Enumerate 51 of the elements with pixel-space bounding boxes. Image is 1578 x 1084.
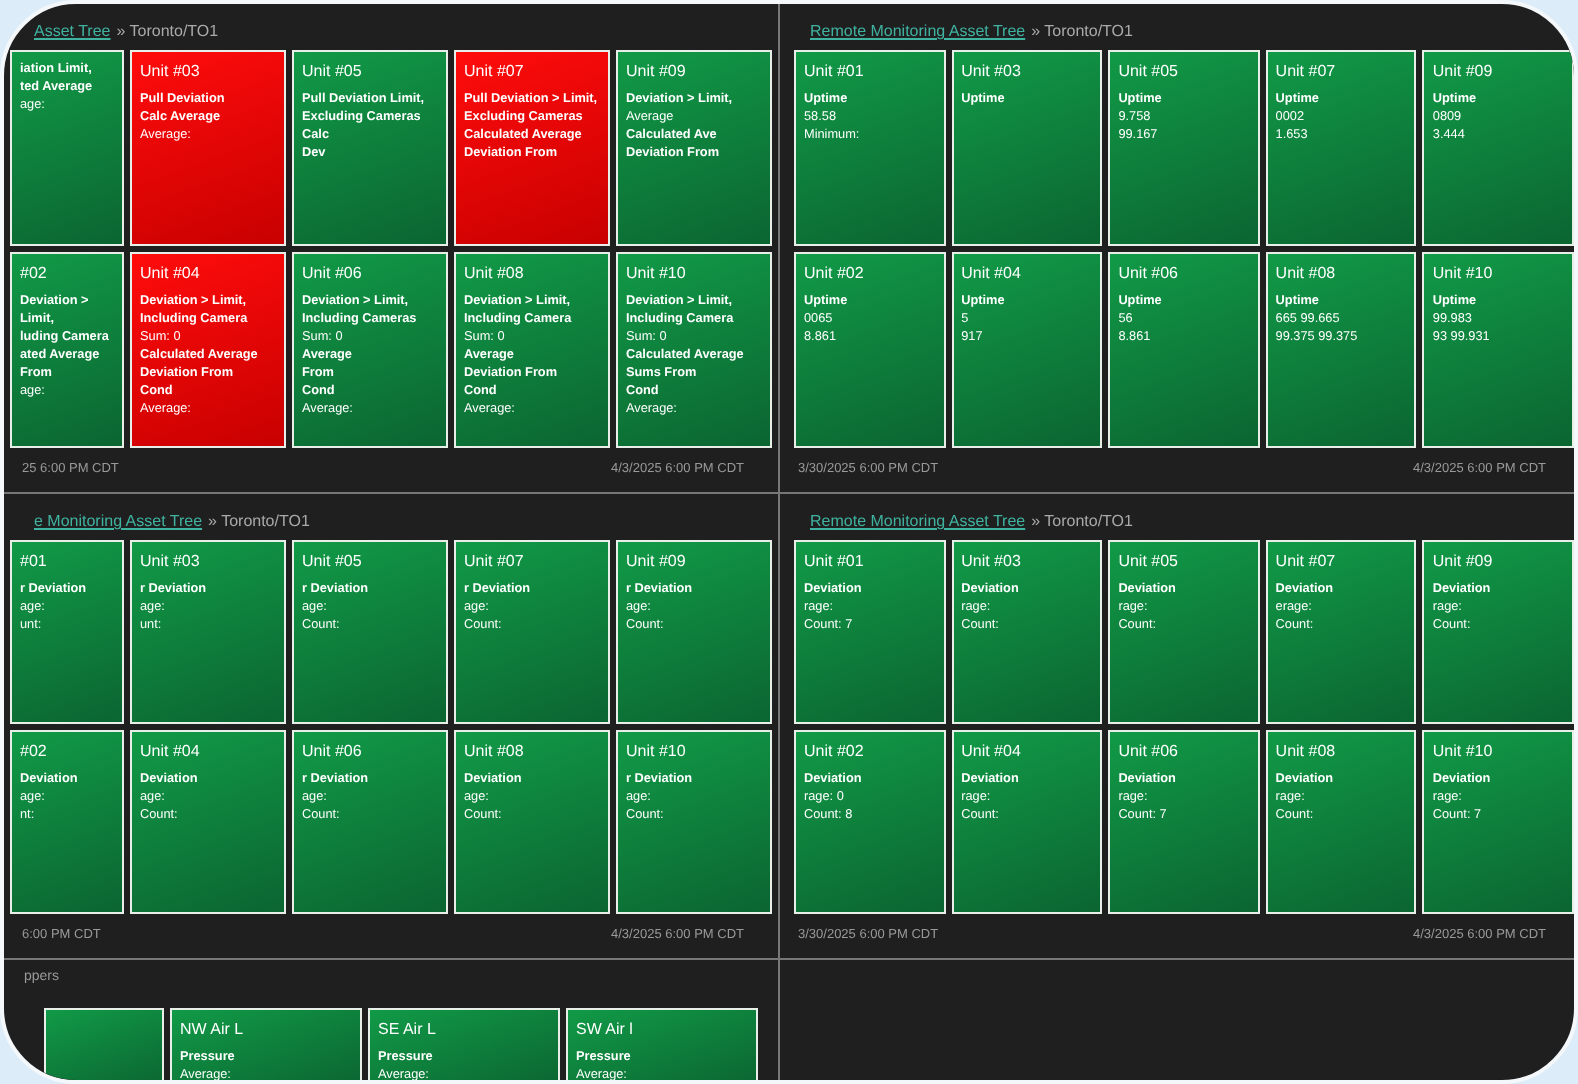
tile-title: #01 (20, 550, 49, 574)
breadcrumb-link[interactable]: Remote Monitoring Asset Tree (810, 20, 1026, 44)
tile-title: Unit #10 (1432, 262, 1495, 286)
tile-title: Unit #04 (961, 740, 1023, 764)
tile-title: #02 (20, 262, 49, 286)
tile-title: Unit #04 (140, 262, 202, 286)
tile-title: Unit #04 (140, 740, 202, 764)
breadcrumb-path: » Toronto/TO1 (1031, 20, 1133, 44)
breadcrumb-path: » Toronto/TO1 (208, 510, 310, 534)
tile-title: Unit #06 (302, 262, 364, 286)
breadcrumb-link[interactable]: e Monitoring Asset Tree (34, 510, 203, 534)
tile-title: Unit #03 (140, 550, 202, 574)
tile-title: Unit #08 (464, 262, 526, 286)
tile-title: Unit #08 (1275, 740, 1338, 764)
tile-title: Unit #01 (804, 550, 866, 574)
breadcrumb-link[interactable]: Asset Tree (34, 20, 111, 44)
tile-title: Unit #02 (804, 740, 866, 764)
unit-tile (44, 1008, 164, 1080)
tile-title: Unit #05 (302, 550, 364, 574)
tile-title: Unit #05 (1118, 60, 1180, 84)
tile-title: Unit #02 (804, 262, 866, 286)
tile-title: Unit #01 (804, 60, 866, 84)
tile-title: SW Air l (576, 1018, 635, 1042)
tile-title: NW Air L (180, 1018, 246, 1042)
tile-title: Unit #09 (1432, 60, 1495, 84)
tile-title: Unit #06 (302, 740, 364, 764)
tile-title: Unit #09 (626, 550, 688, 574)
tile-title: Unit #05 (302, 60, 364, 84)
breadcrumb-path: » Toronto/TO1 (1031, 510, 1133, 534)
tile-title: Unit #10 (626, 740, 688, 764)
tile-title: Unit #10 (626, 262, 688, 286)
tile-title: Unit #10 (1432, 740, 1495, 764)
breadcrumb-path: » Toronto/TO1 (116, 20, 219, 44)
tile-title: Unit #06 (1118, 740, 1180, 764)
tile-title: Unit #03 (961, 60, 1023, 84)
tile-title: Unit #05 (1118, 550, 1180, 574)
tile-title: Unit #06 (1118, 262, 1180, 286)
tile-title: Unit #03 (140, 60, 202, 84)
tile-title: #02 (20, 740, 49, 764)
tile-title: Unit #09 (626, 60, 688, 84)
tile-title: Unit #07 (464, 550, 526, 574)
breadcrumb-link[interactable]: Remote Monitoring Asset Tree (810, 510, 1026, 534)
tile-title: Unit #07 (1275, 60, 1338, 84)
tile-title: Unit #09 (1432, 550, 1495, 574)
tile-title: Unit #07 (1275, 550, 1338, 574)
tile-title: Unit #04 (961, 262, 1023, 286)
tile-title: Unit #08 (464, 740, 526, 764)
tile-title: SE Air L (378, 1018, 438, 1042)
tile-title: Unit #03 (961, 550, 1023, 574)
tile-title: Unit #07 (464, 60, 526, 84)
tile-title: Unit #08 (1275, 262, 1338, 286)
